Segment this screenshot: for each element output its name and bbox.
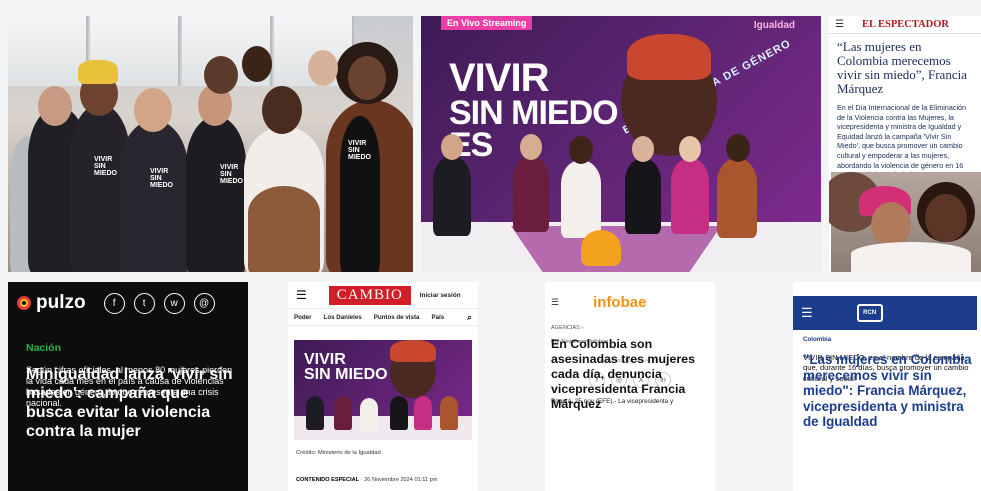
pulzo-article: pulzo f t w @ Nación Minigualdad lanza '…	[8, 282, 248, 491]
pulzo-logo[interactable]: pulzo	[36, 292, 86, 314]
cambio-article: ☰ CAMBIO Iniciar sesión Poder Los Daniel…	[288, 282, 478, 491]
el-espectador-header: ☰ EL ESPECTADOR	[829, 16, 981, 34]
rcn-header: ☰ RCN	[793, 296, 977, 330]
section-label[interactable]: Nación	[8, 314, 248, 354]
menu-icon[interactable]: ☰	[296, 288, 307, 302]
article-headline: En Colombia son asesinadas tres mujeres …	[551, 337, 695, 411]
cambio-logo[interactable]: CAMBIO	[328, 285, 411, 305]
whatsapp-icon[interactable]: w	[163, 292, 185, 314]
banner-headline-line-1: VIVIR	[449, 56, 549, 100]
nav-item-puntos-de-vista[interactable]: Puntos de vista	[374, 314, 420, 321]
infobae-article: ☰ infobae AGENCIAS › En Colombia son ase…	[545, 282, 715, 491]
infobae-logo[interactable]: infobae	[593, 294, 646, 311]
flowers	[581, 230, 621, 266]
shirt-text: VIVIR SIN MIEDO	[94, 156, 117, 177]
event-stage-photo: En Vivo Streaming Igualdad VIVIR SIN MIE…	[421, 16, 821, 272]
search-icon[interactable]: ⌕	[467, 312, 472, 323]
twitter-icon[interactable]: t	[133, 292, 155, 314]
menu-icon[interactable]: ☰	[835, 19, 844, 30]
section-label[interactable]: Colombia	[793, 330, 981, 343]
nav-item-pais[interactable]: País	[431, 314, 444, 321]
article-lead: En el Día Internacional de la Eliminació…	[837, 103, 967, 179]
infobae-header: ☰ infobae	[545, 282, 715, 311]
banner-headline-line-2: SIN MIEDO	[449, 94, 619, 132]
shirt-text: VIVIR SIN MIEDO	[220, 164, 243, 185]
category-breadcrumb[interactable]: AGENCIAS ›	[545, 311, 715, 331]
menu-icon[interactable]: ☰	[801, 305, 813, 321]
news-collage: VIVIR SIN MIEDO VIVIR SIN MIEDO VIVIR SIN MIED…	[0, 0, 981, 491]
igualdad-logo: Igualdad	[753, 20, 795, 31]
article-meta: CONTENIDO ESPECIAL · 26 Noviembre 2024 0…	[296, 477, 438, 483]
cambio-nav: Poder Los Danieles Puntos de vista País …	[288, 308, 478, 326]
article-photo: VIVIR SIN MIEDO	[294, 340, 472, 440]
article-photo	[829, 172, 981, 272]
photo-credit: Crédito: Ministerio de la Igualdad	[296, 450, 381, 456]
el-espectador-logo[interactable]: EL ESPECTADOR	[862, 19, 949, 30]
nav-item-poder[interactable]: Poder	[294, 314, 312, 321]
shirt-text: VIVIR SIN MIEDO	[150, 168, 173, 189]
nav-item-los-danieles[interactable]: Los Danieles	[324, 314, 362, 321]
rcn-article: ☰ RCN Colombia "Las mujeres en Colombia …	[793, 282, 981, 491]
facebook-icon[interactable]: f	[103, 292, 125, 314]
article-headline: Minigualdad lanza 'vivir sin miedo': cam…	[26, 366, 233, 440]
login-link[interactable]: Iniciar sesión	[420, 292, 461, 299]
email-icon[interactable]: @	[193, 292, 215, 314]
pulzo-logo-icon	[17, 296, 31, 310]
streaming-tag: En Vivo Streaming	[441, 16, 533, 30]
group-photo: VIVIR SIN MIEDO VIVIR SIN MIEDO VIVIR SIN MIED…	[8, 16, 413, 272]
menu-icon[interactable]: ☰	[551, 297, 559, 308]
article-title: “Las mujeres en Colombia merecemos vivir…	[837, 39, 967, 96]
article-headline: "Las mujeres en Colombia merecemos vivir…	[803, 352, 972, 429]
el-espectador-article: ☰ EL ESPECTADOR “Las mujeres en Colombia…	[829, 16, 981, 272]
rcn-logo[interactable]: RCN	[856, 304, 883, 322]
cambio-header: ☰ CAMBIO Iniciar sesión	[288, 282, 478, 308]
shirt-text: VIVIR SIN MIEDO	[348, 140, 371, 161]
pulzo-header: pulzo f t w @	[8, 282, 248, 314]
